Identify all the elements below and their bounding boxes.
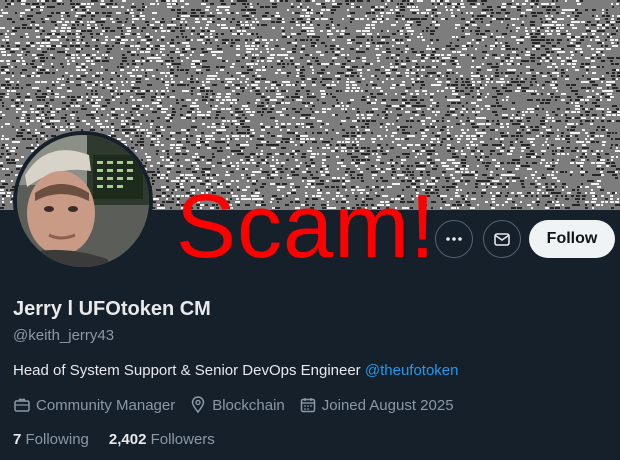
message-button[interactable] — [483, 220, 521, 258]
bio-text: Head of System Support & Senior DevOps E… — [13, 362, 365, 379]
avatar-photo — [17, 135, 149, 267]
joined-item: Joined August 2025 — [299, 396, 454, 414]
briefcase-icon — [14, 398, 30, 412]
follow-stats: 7 Following 2,402 Followers — [13, 431, 235, 448]
following-link[interactable]: 7 Following — [13, 431, 89, 448]
display-name: Jerry l UFOtoken CM — [13, 298, 211, 320]
user-handle: @keith_jerry43 — [13, 327, 115, 344]
location-pin-icon — [191, 396, 205, 414]
location-item: Blockchain — [189, 396, 285, 414]
followers-label: Followers — [150, 431, 215, 448]
scam-overlay-text: Scam! — [176, 177, 437, 277]
bio: Head of System Support & Senior DevOps E… — [13, 362, 459, 379]
calendar-icon — [300, 398, 316, 413]
following-label: Following — [25, 431, 89, 448]
avatar[interactable] — [13, 131, 153, 271]
profile-meta: Community Manager Blockchain Joined Augu… — [13, 396, 468, 414]
followers-count: 2,402 — [108, 431, 147, 448]
bio-mention-link[interactable]: @theufotoken — [365, 362, 459, 379]
location-label: Blockchain — [212, 396, 285, 414]
follow-button[interactable]: Follow — [529, 220, 615, 258]
more-dots-icon — [446, 237, 462, 241]
category-label[interactable]: Community Manager — [36, 397, 175, 414]
following-count: 7 — [13, 431, 22, 448]
envelope-icon — [494, 233, 510, 246]
category-item: Community Manager — [13, 396, 175, 414]
followers-link[interactable]: 2,402 Followers — [109, 431, 215, 448]
joined-label: Joined August 2025 — [321, 396, 454, 414]
more-button[interactable] — [435, 220, 473, 258]
